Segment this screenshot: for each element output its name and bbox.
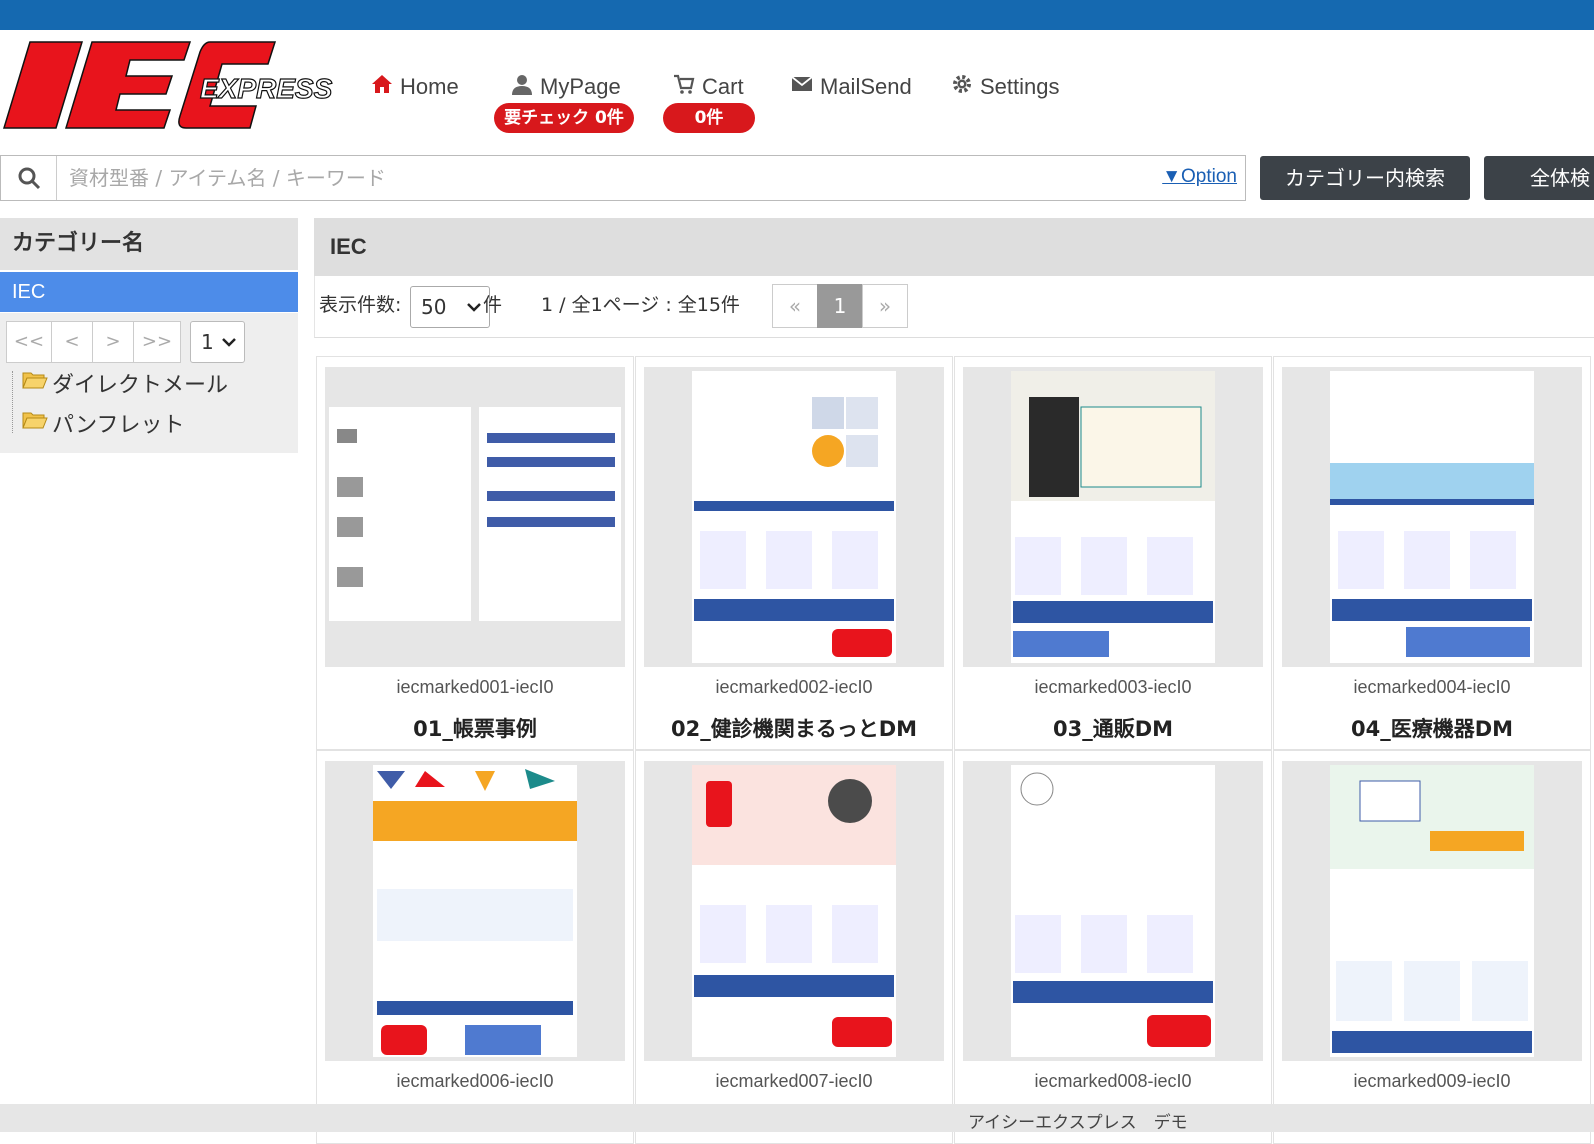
nav-settings-label: Settings: [980, 74, 1060, 99]
item-thumbnail[interactable]: [1282, 761, 1582, 1061]
tree-connector: [12, 371, 13, 433]
item-code: iecmarked007-iecI0: [715, 1071, 873, 1091]
tree-folder-pamphlet[interactable]: パンフレット: [22, 407, 184, 439]
per-page-unit: 件: [483, 294, 503, 316]
item-card[interactable]: iecmarked007-iecI0: [635, 750, 953, 1144]
sidebar-header: カテゴリー名: [0, 218, 298, 270]
nav-mypage[interactable]: MyPage: [510, 70, 621, 104]
item-card[interactable]: iecmarked002-iecI0 02_健診機関まるっとDM: [635, 356, 953, 750]
category-tree: << < > >> 1 ダイレクトメール パンフレット: [0, 313, 298, 453]
cart-count-badge[interactable]: 0件: [663, 103, 755, 133]
nav-cart-label: Cart: [702, 74, 744, 99]
item-card[interactable]: iecmarked004-iecI0 04_医療機器DM: [1273, 356, 1591, 750]
footer-text: アイシーエクスプレス デモ: [968, 1113, 1188, 1133]
item-card[interactable]: iecmarked008-iecI0: [954, 750, 1272, 1144]
search-input[interactable]: [69, 162, 1129, 194]
item-code: iecmarked001-iecI0: [396, 677, 554, 697]
item-thumbnail[interactable]: [963, 761, 1263, 1061]
item-code: iecmarked002-iecI0: [715, 677, 873, 697]
item-code: iecmarked003-iecI0: [1034, 677, 1192, 697]
item-card[interactable]: iecmarked001-iecI0 01_帳票事例: [316, 356, 634, 750]
category-search-button[interactable]: カテゴリー内検索: [1260, 156, 1470, 200]
item-thumbnail[interactable]: [1282, 367, 1582, 667]
search-icon[interactable]: [1, 156, 57, 200]
item-card[interactable]: iecmarked006-iecI0: [316, 750, 634, 1144]
nav-settings[interactable]: Settings: [950, 70, 1060, 104]
item-code: iecmarked006-iecI0: [396, 1071, 554, 1091]
item-code: iecmarked009-iecI0: [1353, 1071, 1511, 1091]
item-title[interactable]: 04_医療機器DM: [1274, 713, 1590, 743]
nav-mypage-label: MyPage: [540, 74, 621, 99]
pagination-prev[interactable]: «: [772, 284, 818, 328]
footer: アイシーエクスプレス デモ: [0, 1104, 1594, 1133]
top-bar: [0, 0, 1594, 30]
per-page-select[interactable]: 50: [410, 286, 490, 328]
list-toolbar: 表示件数: 50 件 1 / 全1ページ : 全15件 « 1 »: [314, 276, 1594, 338]
all-search-button[interactable]: 全体検: [1484, 156, 1594, 200]
item-thumbnail[interactable]: [644, 761, 944, 1061]
item-thumbnail[interactable]: [325, 367, 625, 667]
sidebar-item-iec[interactable]: IEC: [0, 272, 298, 312]
iec-express-logo[interactable]: EXPRESS: [0, 40, 345, 132]
mail-icon: [790, 72, 814, 102]
page-info: 1 / 全1ページ : 全15件: [541, 294, 740, 316]
nav-mailsend-label: MailSend: [820, 74, 912, 99]
tree-first-button[interactable]: <<: [6, 321, 52, 363]
item-title[interactable]: 02_健診機関まるっとDM: [636, 713, 952, 743]
option-link[interactable]: ▼Option: [1162, 166, 1237, 188]
item-card[interactable]: iecmarked009-iecI0: [1273, 750, 1591, 1144]
search-bar: ▼Option: [0, 155, 1246, 201]
tree-last-button[interactable]: >>: [133, 321, 181, 363]
nav-mailsend[interactable]: MailSend: [790, 70, 912, 104]
item-thumbnail[interactable]: [963, 367, 1263, 667]
cart-icon: [672, 72, 696, 102]
nav-cart[interactable]: Cart: [672, 70, 744, 104]
nav-home-label: Home: [400, 74, 459, 99]
pagination-next[interactable]: »: [862, 284, 908, 328]
mypage-check-badge[interactable]: 要チェック 0件: [494, 103, 634, 133]
item-thumbnail[interactable]: [644, 367, 944, 667]
page-title: IEC: [314, 218, 1594, 276]
item-code: iecmarked008-iecI0: [1034, 1071, 1192, 1091]
tree-prev-button[interactable]: <: [51, 321, 93, 363]
gear-icon: [950, 72, 974, 102]
home-icon: [370, 72, 394, 102]
item-code: iecmarked004-iecI0: [1353, 677, 1511, 697]
per-page-label: 表示件数:: [319, 294, 402, 316]
tree-next-button[interactable]: >: [92, 321, 134, 363]
folder-icon: [22, 410, 48, 436]
tree-folder-direct-mail[interactable]: ダイレクトメール: [22, 367, 228, 399]
nav-home[interactable]: Home: [370, 70, 459, 104]
pagination-current[interactable]: 1: [817, 284, 863, 328]
item-title[interactable]: 01_帳票事例: [317, 713, 633, 743]
item-title[interactable]: 03_通販DM: [955, 713, 1271, 743]
tree-page-select[interactable]: 1: [190, 321, 245, 363]
folder-icon: [22, 370, 48, 396]
item-card[interactable]: iecmarked003-iecI0 03_通販DM: [954, 356, 1272, 750]
item-thumbnail[interactable]: [325, 761, 625, 1061]
svg-text:EXPRESS: EXPRESS: [200, 73, 333, 104]
user-icon: [510, 72, 534, 102]
